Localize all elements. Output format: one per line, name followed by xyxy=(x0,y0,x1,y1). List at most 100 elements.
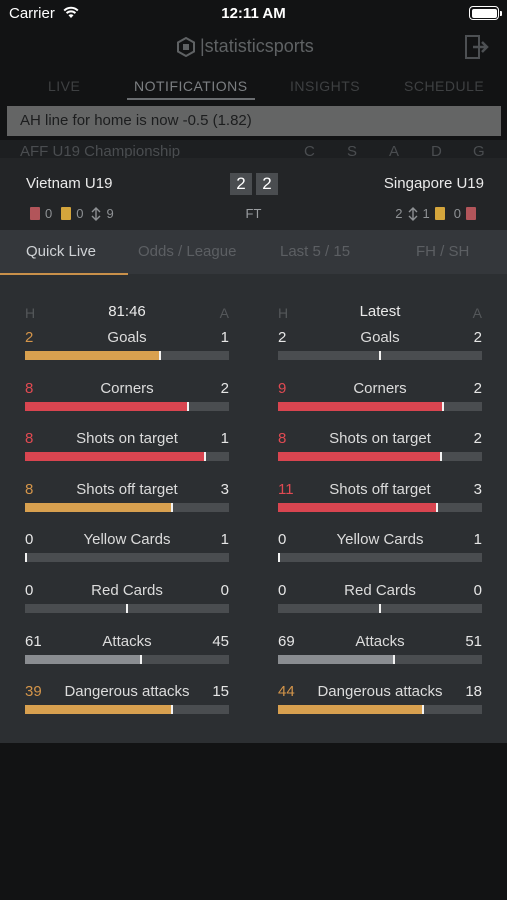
stat-row-red-cards: 0 Red Cards 0 xyxy=(278,578,482,629)
yellow-card-icon xyxy=(434,207,445,220)
stat-bar-marker xyxy=(442,401,444,411)
away-value: 18 xyxy=(465,683,482,701)
stat-label: Shots on target xyxy=(76,430,178,448)
away-value: 1 xyxy=(220,430,229,448)
tab-quick-live[interactable]: Quick Live xyxy=(26,243,96,260)
away-value: 3 xyxy=(473,480,482,498)
stat-bar xyxy=(25,351,229,360)
stat-bar-marker xyxy=(379,351,381,360)
stat-row-corners: 9 Corners 2 xyxy=(278,376,482,427)
substitution-icon xyxy=(408,206,418,221)
app-logo: |statisticsports xyxy=(176,36,314,57)
league-header: AFF U19 Championship C S A D G xyxy=(0,140,507,158)
stat-bar-marker xyxy=(159,351,161,360)
stat-label: Shots off target xyxy=(76,480,178,498)
stat-label: Dangerous attacks xyxy=(64,683,190,701)
battery-icon xyxy=(469,6,502,20)
stat-bar-marker xyxy=(393,654,395,664)
away-value: 1 xyxy=(220,531,229,549)
stat-bar-fill xyxy=(25,705,172,715)
tab-schedule[interactable]: SCHEDULE xyxy=(404,78,484,94)
stat-label: Corners xyxy=(353,379,407,397)
stat-bar-fill xyxy=(25,401,188,411)
stat-label: Red Cards xyxy=(344,581,416,599)
stat-label: Red Cards xyxy=(91,581,163,599)
home-team-name: Vietnam U19 xyxy=(26,175,113,192)
stat-bar-marker xyxy=(25,553,27,563)
away-sub-count: 2 xyxy=(395,206,403,221)
stat-bar-fill xyxy=(278,351,380,360)
stat-row-corners: 8 Corners 2 xyxy=(25,376,229,427)
tab-insights[interactable]: INSIGHTS xyxy=(290,78,360,94)
away-value: 2 xyxy=(473,379,482,397)
stat-bar xyxy=(278,401,482,411)
stat-bar xyxy=(25,502,229,512)
away-col-label: A xyxy=(219,305,229,321)
tab-live[interactable]: LIVE xyxy=(48,78,80,94)
league-name: AFF U19 Championship xyxy=(20,143,181,158)
tab-fh-sh[interactable]: FH / SH xyxy=(416,243,469,260)
stat-bar-marker xyxy=(278,553,280,563)
stat-row-shots-on-target: 8 Shots on target 1 xyxy=(25,426,229,477)
stat-bar-fill xyxy=(278,401,443,411)
away-red-count: 0 xyxy=(453,206,461,221)
stat-row-shots-on-target: 8 Shots on target 2 xyxy=(278,426,482,477)
notification-banner[interactable]: AH line for home is now -0.5 (1.82) xyxy=(7,106,501,136)
stat-row-red-cards: 0 Red Cards 0 xyxy=(25,578,229,629)
away-value: 45 xyxy=(212,632,229,650)
logout-icon[interactable] xyxy=(463,34,489,60)
stat-bar-fill xyxy=(278,705,423,715)
stat-bar-marker xyxy=(171,502,173,512)
away-value: 2 xyxy=(220,379,229,397)
stat-bar-marker xyxy=(140,654,142,664)
stat-bar xyxy=(25,452,229,462)
stat-row-goals: 2 Goals 2 xyxy=(278,325,482,376)
latest-label: Latest xyxy=(359,303,401,320)
stat-bar xyxy=(25,553,229,563)
tab-last-5-15[interactable]: Last 5 / 15 xyxy=(280,243,350,260)
logo-text: |statisticsports xyxy=(200,36,314,56)
stat-bar-fill xyxy=(25,351,160,360)
stat-label: Attacks xyxy=(355,632,405,650)
tab-odds-league[interactable]: Odds / League xyxy=(138,243,236,260)
away-value: 3 xyxy=(220,480,229,498)
stat-bar xyxy=(278,351,482,360)
stat-row-attacks: 61 Attacks 45 xyxy=(25,629,229,680)
stat-bar xyxy=(278,705,482,715)
away-value: 2 xyxy=(473,430,482,448)
stat-row-attacks: 69 Attacks 51 xyxy=(278,629,482,680)
stat-bar-fill xyxy=(25,654,141,664)
red-card-icon xyxy=(466,207,476,220)
stat-bar xyxy=(278,654,482,664)
league-col-s: S xyxy=(347,143,358,158)
stat-row-yellow-cards: 0 Yellow Cards 1 xyxy=(278,527,482,578)
away-value: 1 xyxy=(220,329,229,346)
stat-label: Yellow Cards xyxy=(336,531,424,549)
stat-row-shots-off-target: 11 Shots off target 3 xyxy=(278,477,482,528)
stat-bar xyxy=(278,452,482,462)
away-value: 2 xyxy=(473,329,482,346)
match-header[interactable]: Vietnam U19 2 2 Singapore U19 0 0 9 FT 2… xyxy=(0,158,507,230)
stat-bar-marker xyxy=(440,452,442,462)
stat-bar xyxy=(278,603,482,613)
tab-notifications[interactable]: NOTIFICATIONS xyxy=(134,78,248,94)
away-value: 0 xyxy=(473,581,482,599)
stat-bar xyxy=(25,603,229,613)
status-bar: Carrier 12:11 AM xyxy=(0,0,507,28)
stat-label: Yellow Cards xyxy=(83,531,171,549)
away-value: 51 xyxy=(465,632,482,650)
stat-row-dangerous-attacks: 44 Dangerous attacks 18 xyxy=(278,679,482,730)
stat-label: Corners xyxy=(100,379,154,397)
stat-label: Attacks xyxy=(102,632,152,650)
stat-label: Shots off target xyxy=(329,480,431,498)
stat-bar-fill xyxy=(278,604,380,613)
stat-bar-marker xyxy=(187,401,189,411)
stat-bar-marker xyxy=(379,603,381,613)
detail-tabs: Quick Live Odds / League Last 5 / 15 FH … xyxy=(0,230,507,274)
scoreboard: 2 2 xyxy=(230,173,278,195)
home-score: 2 xyxy=(230,173,252,195)
stat-bar-marker xyxy=(204,452,206,462)
stats-column-latest: H Latest A 2 Goals 2 9 Corners 2 8 Shots on tar… xyxy=(278,303,482,730)
stat-bar-marker xyxy=(436,502,438,512)
tab-underline xyxy=(127,98,255,100)
